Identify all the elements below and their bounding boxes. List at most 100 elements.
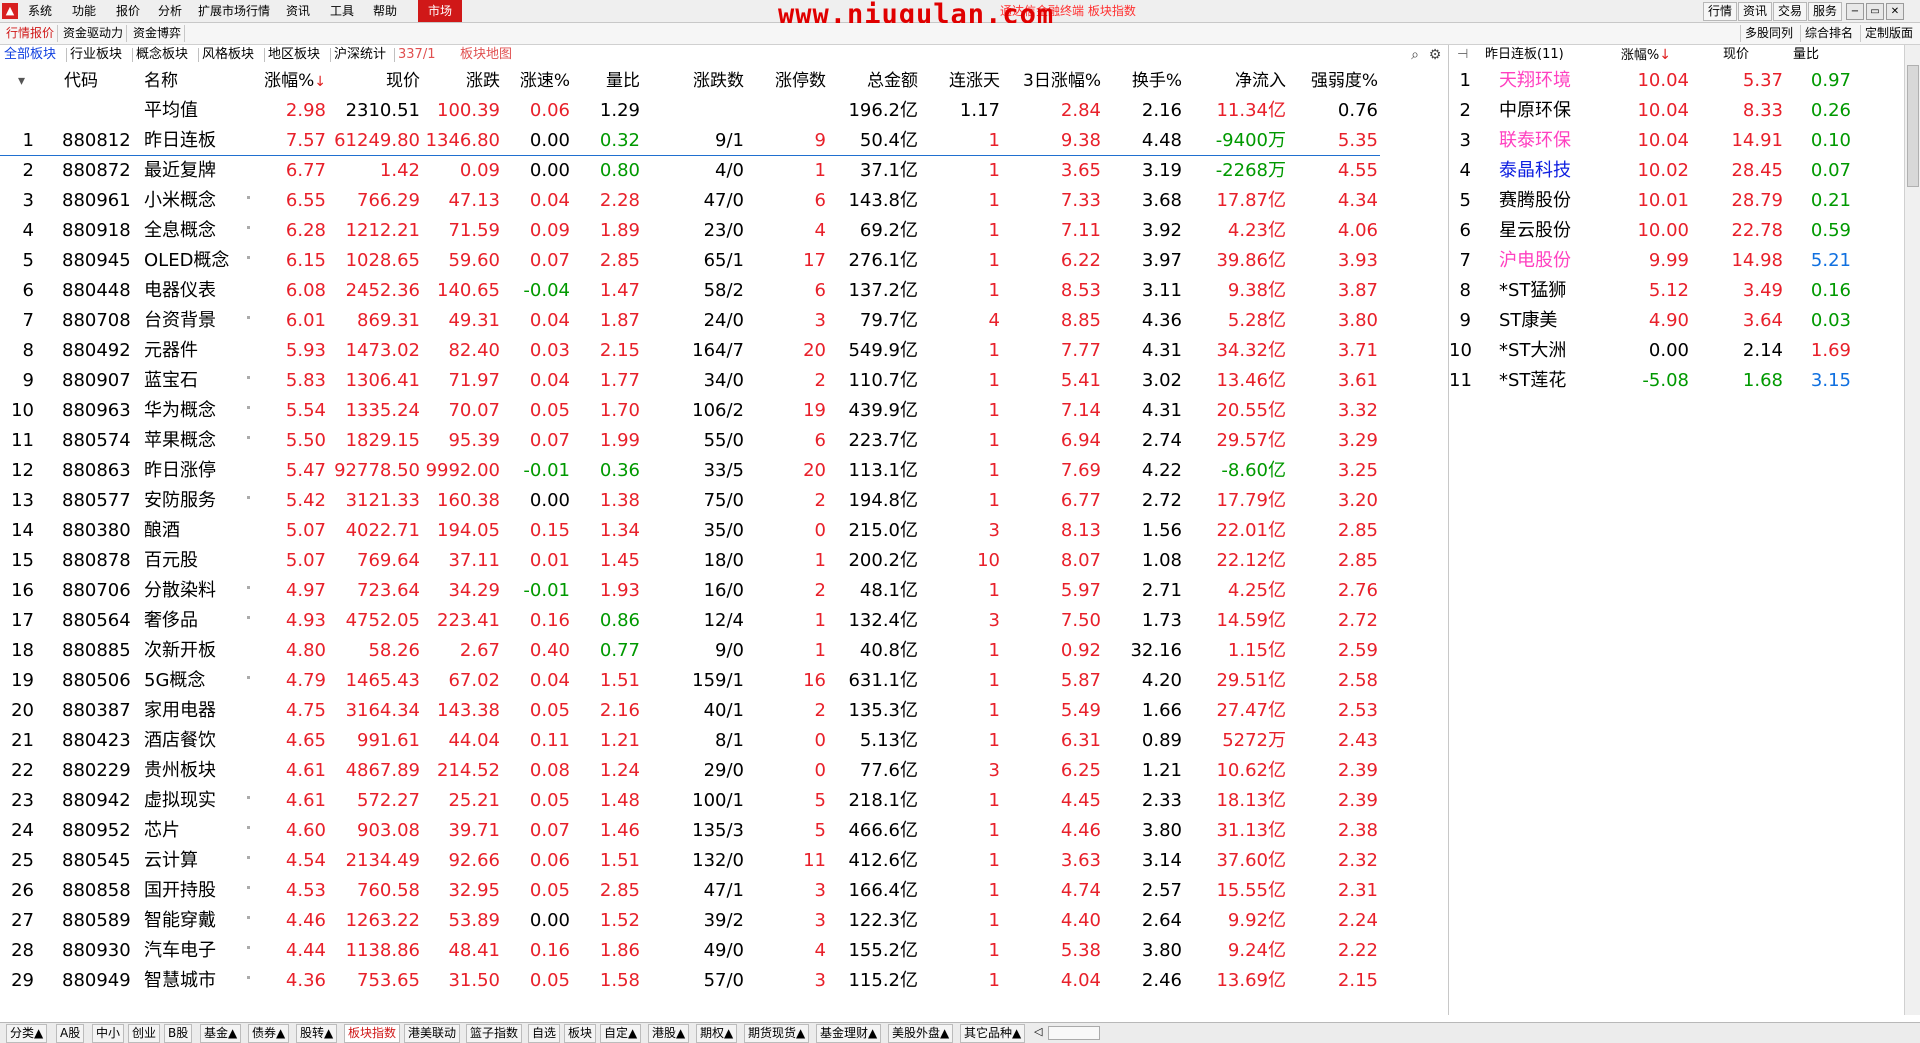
panel-row[interactable]: 11 *ST莲花 -5.08 1.68 3.15 [1449,366,1889,396]
table-row[interactable]: 15 880878 百元股 5.07 769.64 37.11 0.01 1.45 18/0 1 2… [0,546,1400,576]
market-tab[interactable]: 债券▲ [248,1024,290,1043]
stock-name[interactable]: 中原环保 [1499,96,1571,126]
menu-item[interactable]: 帮助 [373,3,397,19]
board-name[interactable]: 奢侈品 [144,606,198,636]
market-tab[interactable]: 自选 [528,1024,561,1043]
column-header[interactable]: 名称 [144,66,178,96]
market-tab[interactable]: 其它品种▲ [960,1024,1026,1043]
top-right-button[interactable]: 服务 [1808,2,1843,21]
market-tab[interactable]: 板块 [564,1024,597,1043]
table-row[interactable]: 19 880506 5G概念 4.79 1465.43 67.02 0.04 1.51 159/… [0,666,1400,696]
table-row[interactable]: 23 880942 虚拟现实 4.61 572.27 25.21 0.05 1.48 100/1… [0,786,1400,816]
column-header[interactable]: 强弱度% [1248,66,1378,96]
market-tab[interactable]: B股 [164,1024,193,1043]
board-name[interactable]: 芯片 [144,816,180,846]
board-tab[interactable]: 风格板块 [202,46,254,64]
menu-item[interactable]: 报价 [116,3,140,19]
panel-row[interactable]: 5 赛腾股份 10.01 28.79 0.21 [1449,186,1889,216]
panel-row[interactable]: 6 星云股份 10.00 22.78 0.59 [1449,216,1889,246]
restore-icon[interactable]: ▭ [1866,3,1884,20]
top-tab[interactable]: 资金博弈 [130,25,186,42]
menu-item[interactable]: 功能 [72,3,96,19]
board-tab[interactable]: 行业板块 [70,46,122,64]
stock-name[interactable]: 沪电股份 [1499,246,1571,276]
market-tab[interactable]: 股转▲ [296,1024,338,1043]
table-row[interactable]: 4 880918 全息概念 6.28 1212.21 71.59 0.09 1.89 23/0 4… [0,216,1400,246]
market-tab[interactable]: 基金理财▲ [816,1024,882,1043]
table-row[interactable]: 24 880952 芯片 4.60 903.08 39.71 0.07 1.46 135/3 5 4… [0,816,1400,846]
board-name[interactable]: 蓝宝石 [144,366,198,396]
stock-name[interactable]: 泰晶科技 [1499,156,1571,186]
market-tab[interactable]: 板块指数 [344,1024,401,1043]
table-row[interactable]: 20 880387 家用电器 4.75 3164.34 143.38 0.05 2.16 40/… [0,696,1400,726]
search-icon[interactable]: ⌕ [1407,47,1423,63]
table-row[interactable]: 10 880963 华为概念 5.54 1335.24 70.07 0.05 1.70 106/… [0,396,1400,426]
board-tab[interactable]: 沪深统计 [334,46,386,64]
table-row[interactable]: 13 880577 安防服务 5.42 3121.33 160.38 0.00 1.38 75/… [0,486,1400,516]
table-row[interactable]: 16 880706 分散染料 4.97 723.64 34.29 -0.01 1.93 16/0… [0,576,1400,606]
market-tab[interactable]: 中小 [92,1024,125,1043]
table-row[interactable]: 28 880930 汽车电子 4.44 1138.86 48.41 0.16 1.86 49/0… [0,936,1400,966]
board-tab[interactable]: 概念板块 [136,46,188,64]
market-tab[interactable]: 期权▲ [696,1024,738,1043]
stock-name[interactable]: *ST大洲 [1499,336,1566,366]
table-row[interactable]: 11 880574 苹果概念 5.50 1829.15 95.39 0.07 1.99 55/0… [0,426,1400,456]
panel-row[interactable]: 2 中原环保 10.04 8.33 0.26 [1449,96,1889,126]
table-row[interactable]: 7 880708 台资背景 6.01 869.31 49.31 0.04 1.87 24/0 3 7… [0,306,1400,336]
table-row[interactable]: 1 880812 昨日连板 7.57 61249.80 1346.80 0.00 0.32 9/… [0,126,1400,156]
menu-item[interactable]: 分析 [158,3,182,19]
top-right-button[interactable]: 行情 [1703,2,1738,21]
top-right-button[interactable]: 资讯 [1738,2,1773,21]
stock-name[interactable]: 星云股份 [1499,216,1571,246]
stock-name[interactable]: 联泰环保 [1499,126,1571,156]
table-row[interactable]: 9 880907 蓝宝石 5.83 1306.41 71.97 0.04 1.77 34/0 2 1… [0,366,1400,396]
top-right-tab[interactable]: 多股同列 [1740,25,1797,42]
panel-row[interactable]: 1 天翔环境 10.04 5.37 0.97 [1449,66,1889,96]
table-row[interactable]: 18 880885 次新开板 4.80 58.26 2.67 0.40 0.77 9/0 1 40.… [0,636,1400,666]
board-tab[interactable]: 地区板块 [268,46,320,64]
table-row[interactable]: 3 880961 小米概念 6.55 766.29 47.13 0.04 2.28 47/0 6 1… [0,186,1400,216]
market-tab[interactable]: 分类▲ [6,1024,48,1043]
horizontal-scrollbar[interactable] [1048,1026,1100,1040]
market-tab[interactable]: 港股▲ [648,1024,690,1043]
top-right-tab[interactable]: 综合排名 [1800,25,1857,42]
market-tab[interactable]: 篮子指数 [466,1024,523,1043]
table-row[interactable]: 29 880949 智慧城市 4.36 753.65 31.50 0.05 1.58 57/0 3… [0,966,1400,996]
scroll-left-icon[interactable]: ◁ [1034,1025,1042,1038]
close-icon[interactable]: ✕ [1886,3,1904,20]
stock-name[interactable]: 赛腾股份 [1499,186,1571,216]
menu-item[interactable]: 资讯 [286,3,310,19]
menu-item[interactable]: 扩展市场行情 [198,3,270,19]
menu-item[interactable]: 系统 [28,3,52,19]
stock-name[interactable]: ST康美 [1499,306,1557,336]
top-right-tab[interactable]: 定制版面 [1860,25,1917,42]
board-name[interactable]: 元器件 [144,336,198,366]
sort-menu-chevron-icon[interactable]: ▾ [18,66,25,96]
table-row[interactable]: 22 880229 贵州板块 4.61 4867.89 214.52 0.08 1.24 29/… [0,756,1400,786]
market-tab[interactable]: 港美联动 [404,1024,461,1043]
menu-item[interactable]: 工具 [330,3,354,19]
top-tab[interactable]: 行情报价 [3,25,59,42]
market-tab[interactable]: A股 [56,1024,85,1043]
panel-row[interactable]: 10 *ST大洲 0.00 2.14 1.69 [1449,336,1889,366]
stock-name[interactable]: 天翔环境 [1499,66,1571,96]
board-name[interactable]: 百元股 [144,546,198,576]
panel-row[interactable]: 3 联泰环保 10.04 14.91 0.10 [1449,126,1889,156]
board-name[interactable]: 酿酒 [144,516,180,546]
table-row[interactable]: 6 880448 电器仪表 6.08 2452.36 140.65 -0.04 1.47 58/… [0,276,1400,306]
table-row[interactable]: 14 880380 酿酒 5.07 4022.71 194.05 0.15 1.34 35/0 0… [0,516,1400,546]
table-row[interactable]: 2 880872 最近复牌 6.77 1.42 0.09 0.00 0.80 4/0 1 37.1亿… [0,156,1400,186]
market-tab[interactable]: 创业 [128,1024,161,1043]
stock-name[interactable]: *ST莲花 [1499,366,1566,396]
board-map-link[interactable]: 板块地图 [460,46,512,64]
table-row[interactable]: 21 880423 酒店餐饮 4.65 991.61 44.04 0.11 1.21 8/1 0 5… [0,726,1400,756]
board-tab[interactable]: 全部板块 [4,46,56,64]
gear-icon[interactable]: ⚙ [1427,47,1443,63]
panel-column-header[interactable]: 量比 [1719,45,1819,65]
panel-row[interactable]: 9 ST康美 4.90 3.64 0.03 [1449,306,1889,336]
board-name[interactable]: 云计算 [144,846,198,876]
market-tab[interactable]: 期货现货▲ [744,1024,810,1043]
stock-name[interactable]: *ST猛狮 [1499,276,1566,306]
column-header[interactable]: 代码 [64,66,98,96]
table-row[interactable]: 8 880492 元器件 5.93 1473.02 82.40 0.03 2.15 164/7 2… [0,336,1400,366]
